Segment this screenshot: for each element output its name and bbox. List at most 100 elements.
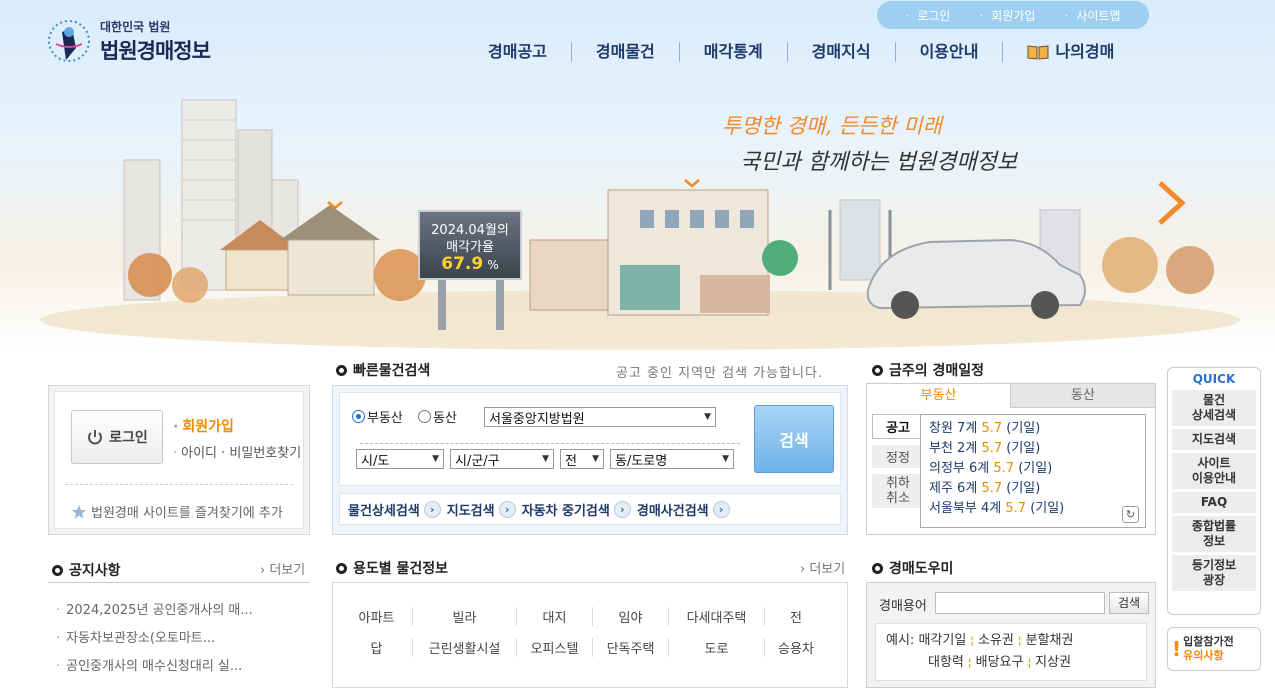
category-detached[interactable]: 단독주택	[593, 638, 669, 657]
schedule-panel: 부동산 동산 공고 정정 취하 취소 창원 7계 5.7 (기일) 부천 2계 …	[866, 383, 1156, 535]
nav-auction-items[interactable]: 경매물건	[572, 42, 680, 62]
glossary-term[interactable]: 배당요구	[976, 655, 1036, 670]
schedule-court: 의정부 6계	[929, 461, 990, 476]
category-field[interactable]: 전	[765, 607, 827, 626]
nav-my-auction[interactable]: 나의경매	[1003, 42, 1138, 62]
category-notice[interactable]: 공고	[872, 414, 924, 439]
find-account-link[interactable]: 아이디 · 비밀번호찾기	[173, 442, 301, 461]
list-item[interactable]: 제주 6계 5.7 (기일)	[929, 479, 1137, 499]
notices-title: 공지사항	[52, 560, 121, 580]
notices-more-link[interactable]: 더보기	[260, 559, 305, 578]
list-item[interactable]: 창원 7계 5.7 (기일)	[929, 419, 1137, 439]
category-apartment[interactable]: 아파트	[341, 607, 413, 626]
quick-registry-info[interactable]: 등기정보 광장	[1172, 555, 1256, 591]
jeon-select-value: 전	[565, 453, 577, 469]
glossary-term[interactable]: 소유권	[978, 633, 1026, 648]
list-item[interactable]: 서울북부 4계 5.7 (기일)	[929, 499, 1137, 519]
login-button[interactable]: 로그인	[71, 410, 163, 464]
quick-search-panel: 부동산 동산 서울중앙지방법원 ▼ 시/도 ▼ 시/군/구 ▼ 전 ▼ 동/도로…	[332, 385, 848, 535]
category-correction[interactable]: 정정	[872, 445, 924, 468]
quick-faq[interactable]: FAQ	[1172, 492, 1256, 513]
category-car[interactable]: 승용차	[765, 638, 827, 657]
glossary-title-label: 경매도우미	[889, 561, 954, 577]
glossary-term[interactable]: 매각기일	[918, 633, 978, 648]
schedule-court: 서울북부 4계	[929, 501, 1002, 516]
quick-detail-search[interactable]: 물건 상세검색	[1172, 390, 1256, 426]
glossary-label: 경매용어	[879, 599, 927, 614]
refresh-icon[interactable]: ↻	[1122, 506, 1139, 523]
nav-usage-guide[interactable]: 이용안내	[896, 42, 1004, 62]
radio-realestate-label: 부동산	[367, 411, 403, 426]
radio-movable[interactable]: 동산	[418, 407, 457, 426]
bid-caution-link[interactable]: ! 입찰참가전 유의사항	[1167, 627, 1261, 671]
list-item[interactable]: 의정부 6계 5.7 (기일)	[929, 459, 1137, 479]
map-search-label: 지도검색	[446, 503, 495, 519]
jeon-select[interactable]: 전 ▼	[560, 449, 604, 469]
list-item[interactable]: 2024,2025년 공인중개사의 매...	[56, 599, 253, 618]
chevron-right-icon[interactable]	[1152, 178, 1192, 228]
sale-rate-billboard: 2024.04월의 매각가율 67.9 %	[418, 210, 522, 280]
util-join-link[interactable]: 회원가입	[979, 7, 1035, 24]
example-label: 예시:	[886, 633, 915, 648]
category-road[interactable]: 도로	[669, 638, 765, 657]
category-officetel[interactable]: 오피스텔	[517, 638, 593, 657]
nav-auction-notice[interactable]: 경매공고	[488, 42, 572, 62]
add-favorite-link[interactable]: 법원경매 사이트를 즐겨찾기에 추가	[71, 502, 283, 521]
category-land[interactable]: 대지	[517, 607, 593, 626]
vehicle-search-link[interactable]: 자동차 중기검색 ›	[522, 500, 631, 519]
category-forest[interactable]: 임야	[593, 607, 669, 626]
tab-realestate[interactable]: 부동산	[867, 384, 1011, 408]
category-withdrawn[interactable]: 취하 취소	[872, 474, 924, 508]
chevron-down-icon: ▼	[542, 454, 549, 464]
case-search-link[interactable]: 경매사건검색 ›	[637, 500, 730, 519]
quick-law-info[interactable]: 종합법률 정보	[1172, 516, 1256, 552]
detail-search-link[interactable]: 물건상세검색 ›	[348, 500, 441, 519]
quick-search-button[interactable]: 검색	[754, 405, 834, 473]
bullet-icon	[872, 364, 883, 376]
hero-slogan-top: 투명한 경매, 든든한 미래	[722, 114, 942, 138]
schedule-date: 5.7	[981, 421, 1003, 436]
divider	[65, 484, 293, 485]
nav-sale-statistics[interactable]: 매각통계	[680, 42, 788, 62]
chevron-down-icon: ▼	[704, 412, 711, 422]
category-title-label: 용도별 물건정보	[353, 561, 449, 577]
tab-movable[interactable]: 동산	[1011, 384, 1155, 408]
map-search-link[interactable]: 지도검색 ›	[447, 500, 516, 519]
login-panel: 로그인 회원가입 아이디 · 비밀번호찾기 법원경매 사이트를 즐겨찾기에 추가	[48, 385, 310, 535]
billboard-rate: 67.9	[441, 254, 484, 274]
quick-search-title-label: 빠른물건검색	[353, 363, 431, 379]
quick-site-guide[interactable]: 사이트 이용안내	[1172, 453, 1256, 489]
site-logo[interactable]: 대한민국 법원 법원경매정보	[42, 14, 211, 68]
list-item[interactable]: 자동차보관장소(오토마트...	[56, 627, 215, 646]
chevron-right-icon: ›	[423, 500, 441, 518]
nav-my-auction-label: 나의경매	[1055, 42, 1115, 61]
category-neighborhood[interactable]: 근린생활시설	[413, 638, 517, 657]
category-paddy[interactable]: 답	[341, 638, 413, 657]
category-multiplex[interactable]: 다세대주택	[669, 607, 765, 626]
divider	[360, 443, 740, 444]
dong-select[interactable]: 동/도로명 ▼	[610, 449, 734, 469]
notices-title-label: 공지사항	[69, 563, 121, 579]
category-panel: 아파트 빌라 대지 임야 다세대주택 전 답 근린생활시설 오피스텔 단독주택 …	[332, 582, 848, 688]
glossary-term[interactable]: 분할채권	[1026, 633, 1082, 648]
court-select[interactable]: 서울중앙지방법원 ▼	[484, 407, 716, 427]
glossary-input[interactable]	[935, 592, 1105, 614]
category-more-link[interactable]: 더보기	[800, 558, 845, 577]
glossary-term[interactable]: 대항력	[928, 655, 976, 670]
schedule-court: 부천 2계	[929, 441, 978, 456]
join-link[interactable]: 회원가입	[173, 416, 234, 436]
glossary-search-button[interactable]: 검색	[1109, 592, 1149, 614]
sigungu-select[interactable]: 시/군/구 ▼	[450, 449, 554, 469]
category-villa[interactable]: 빌라	[413, 607, 517, 626]
sido-select[interactable]: 시/도 ▼	[356, 449, 444, 469]
list-item[interactable]: 부천 2계 5.7 (기일)	[929, 439, 1137, 459]
util-login-link[interactable]: 로그인	[906, 7, 950, 24]
radio-realestate[interactable]: 부동산	[352, 407, 403, 426]
list-item[interactable]: 공인중개사의 매수신청대리 실...	[56, 655, 242, 674]
chevron-down-icon: ▼	[592, 454, 599, 464]
quick-map-search[interactable]: 지도검색	[1172, 429, 1256, 450]
glossary-term[interactable]: 지상권	[1035, 655, 1079, 670]
main-nav: 경매공고 경매물건 매각통계 경매지식 이용안내 나의경매	[488, 42, 1138, 62]
util-sitemap-link[interactable]: 사이트맵	[1064, 7, 1120, 24]
nav-auction-knowledge[interactable]: 경매지식	[788, 42, 896, 62]
